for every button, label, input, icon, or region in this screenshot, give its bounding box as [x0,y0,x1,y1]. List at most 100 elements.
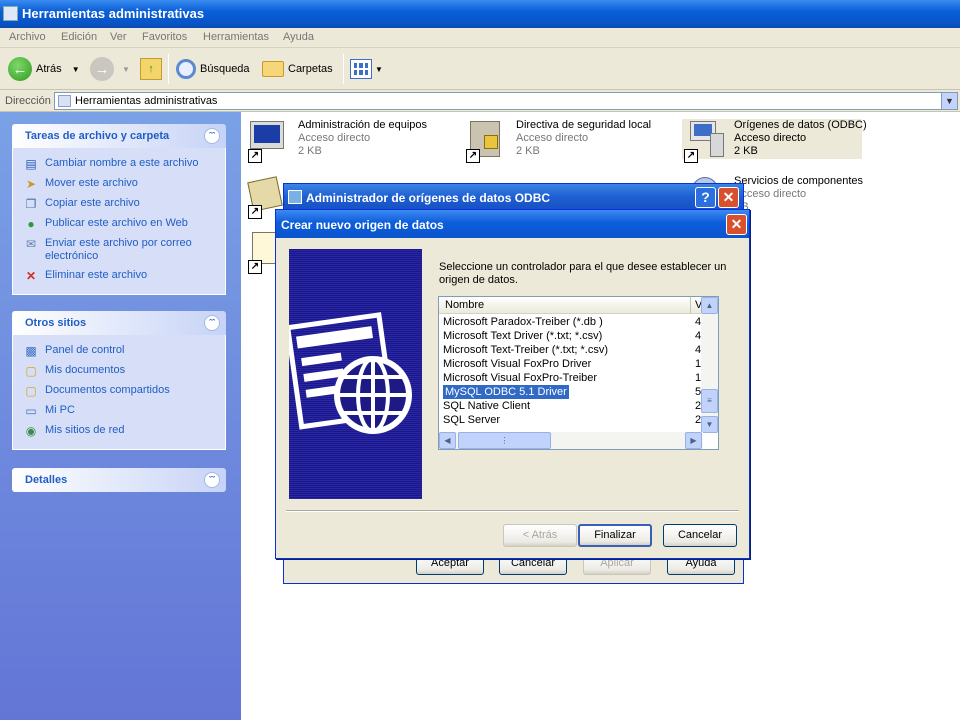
folder-icon: ▢ [25,384,37,398]
task-label: Publicar este archivo en Web [45,217,188,229]
driver-row[interactable]: SQL Server [443,413,500,427]
driver-row[interactable]: Microsoft Visual FoxPro Driver [443,357,591,371]
task-label: Cambiar nombre a este archivo [45,157,199,169]
forward-arrow-icon: → [90,57,114,81]
file-name: Directiva de seguridad local [516,119,652,131]
scroll-thumb[interactable]: ≡ [701,389,718,413]
wizard-illustration [284,249,422,499]
file-item[interactable]: ↗ Administración de equipos Acceso direct… [246,119,446,167]
vertical-scrollbar[interactable]: ▲ ≡ ▼ [701,297,718,433]
menu-herramientas[interactable]: Herramientas [203,31,269,43]
file-size: 2 KB [298,145,322,157]
place-control-panel[interactable]: ▩ Panel de control [13,341,225,361]
back-arrow-icon: ← [8,57,32,81]
shortcut-arrow-icon: ↗ [684,149,698,163]
column-header-name[interactable]: Nombre [439,297,691,313]
search-label: Búsqueda [200,63,250,75]
file-type: Acceso directo [734,132,807,144]
details-panel-header[interactable]: Detalles ˇˇ [12,468,226,492]
task-move[interactable]: ➤ Mover este archivo [13,174,225,194]
file-name: Administración de equipos [298,119,428,131]
driver-list[interactable]: Nombre V Microsoft Paradox-Treiber (*.db… [438,296,719,450]
places-panel: Otros sitios ˆˆ ▩ Panel de control ▢ Mis d… [12,311,226,450]
menu-favoritos[interactable]: Favoritos [142,31,187,43]
expand-chevron-icon[interactable]: ˇˇ [204,472,220,488]
file-size: 2 KB [734,145,758,157]
file-item[interactable]: ↗ Directiva de seguridad local Acceso dir… [464,119,664,167]
task-delete[interactable]: ✕ Eliminar este archivo [13,266,225,286]
task-pane: Tareas de archivo y carpeta ˆˆ ▤ Cambiar … [0,112,241,720]
folder-tools-icon [58,95,71,107]
place-my-documents[interactable]: ▢ Mis documentos [13,361,225,381]
scroll-left-icon[interactable]: ◀ [439,432,456,449]
driver-row[interactable]: Microsoft Text-Treiber (*.txt; *.csv) [443,343,608,357]
tasks-panel-title: Tareas de archivo y carpeta [25,130,170,142]
shortcut-arrow-icon: ↗ [248,149,262,163]
search-button[interactable]: Búsqueda [176,56,250,82]
scroll-right-icon[interactable]: ▶ [685,432,702,449]
scroll-down-icon[interactable]: ▼ [701,416,718,433]
close-caption-button[interactable]: ✕ [726,214,747,235]
computer-icon: ▭ [25,404,37,418]
folders-label: Carpetas [288,63,333,75]
back-dropdown-icon[interactable]: ▼ [72,65,80,74]
places-panel-title: Otros sitios [25,317,87,329]
place-label: Documentos compartidos [45,384,170,396]
menu-ayuda[interactable]: Ayuda [283,31,314,43]
folders-button[interactable]: Carpetas [262,56,333,82]
places-panel-body: ▩ Panel de control ▢ Mis documentos ▢ Docum… [12,335,226,450]
views-button[interactable]: ▼ [350,56,383,82]
place-my-computer[interactable]: ▭ Mi PC [13,401,225,421]
help-caption-button[interactable]: ? [695,187,716,208]
driver-row[interactable]: Microsoft Paradox-Treiber (*.db ) [443,315,603,329]
finish-button[interactable]: Finalizar [578,524,652,547]
address-dropdown-icon[interactable]: ▼ [941,93,957,109]
file-size: 2 KB [516,145,540,157]
place-network[interactable]: ◉ Mis sitios de red [13,421,225,441]
tasks-panel-header[interactable]: Tareas de archivo y carpeta ˆˆ [12,124,226,148]
menu-ver[interactable]: Ver [110,31,127,43]
up-folder-button[interactable]: ↑ [140,56,162,82]
cancel-button[interactable]: Cancelar [663,524,737,547]
address-bar: Dirección Herramientas administrativas ▼ [0,90,960,112]
back-button[interactable]: ← Atrás ▼ [8,56,80,82]
collapse-chevron-icon[interactable]: ˆˆ [204,128,220,144]
dialog-divider [286,510,739,512]
menu-archivo[interactable]: Archivo [9,31,46,43]
folder-tools-icon [3,6,18,21]
views-icon [350,59,372,79]
collapse-chevron-icon[interactable]: ˆˆ [204,315,220,331]
task-copy[interactable]: ❐ Copiar este archivo [13,194,225,214]
create-dialog-title: Crear nuevo origen de datos [281,218,444,232]
place-label: Panel de control [45,344,125,356]
task-email[interactable]: ✉ Enviar este archivo por correo electrón… [13,234,225,266]
forward-dropdown-icon[interactable]: ▼ [122,65,130,74]
menu-edicion[interactable]: Edición [61,31,97,43]
places-panel-header[interactable]: Otros sitios ˆˆ [12,311,226,335]
horizontal-scrollbar[interactable]: ◀ ⋮ ▶ [439,432,703,449]
place-shared-documents[interactable]: ▢ Documentos compartidos [13,381,225,401]
computer-management-icon: ↗ [246,119,290,163]
forward-button[interactable]: → ▼ [90,56,130,82]
place-label: Mis sitios de red [45,424,125,436]
driver-row[interactable]: Microsoft Visual FoxPro-Treiber [443,371,597,385]
file-item-selected[interactable]: ↗ Orígenes de datos (ODBC) Acceso directo… [682,119,867,163]
close-caption-button[interactable]: ✕ [718,187,739,208]
views-dropdown-icon: ▼ [375,64,383,74]
driver-row[interactable]: Microsoft Text Driver (*.txt; *.csv) [443,329,602,343]
address-input[interactable]: Herramientas administrativas ▼ [54,92,958,110]
control-panel-icon: ▩ [25,344,37,358]
file-type: Acceso directo [516,132,589,144]
driver-row[interactable]: SQL Native Client [443,399,530,413]
web-publish-icon: ● [27,217,35,231]
window-titlebar: Herramientas administrativas [0,0,960,28]
task-publish-web[interactable]: ● Publicar este archivo en Web [13,214,225,234]
driver-row-selected[interactable]: MySQL ODBC 5.1 Driver [443,385,569,399]
task-rename[interactable]: ▤ Cambiar nombre a este archivo [13,154,225,174]
hscroll-thumb[interactable]: ⋮ [458,432,551,449]
odbc-data-sources-icon: ↗ [682,119,726,163]
scroll-up-icon[interactable]: ▲ [701,297,718,314]
tasks-panel: Tareas de archivo y carpeta ˆˆ ▤ Cambiar … [12,124,226,295]
file-name: Servicios de componentes [734,175,864,187]
toolbar-separator [168,54,169,84]
